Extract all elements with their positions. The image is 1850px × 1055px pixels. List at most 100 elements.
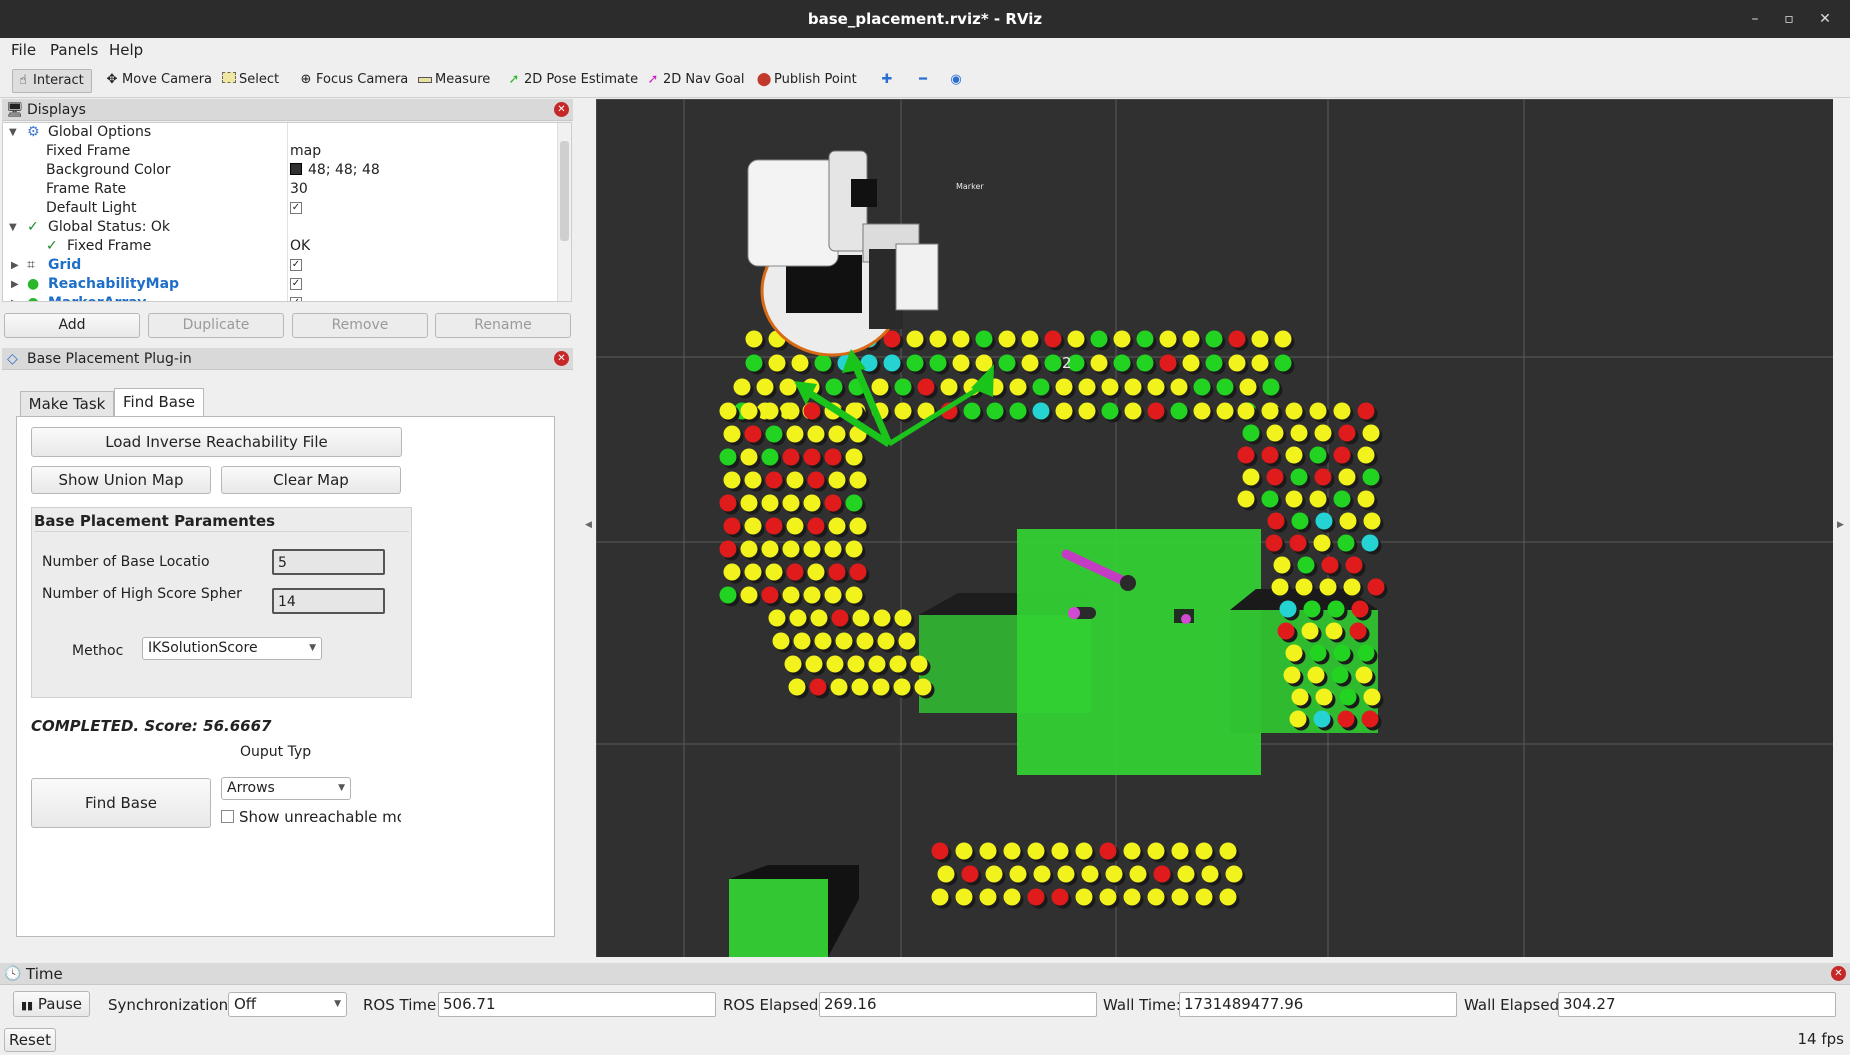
default-light-checkbox[interactable]: ✓: [290, 199, 302, 218]
tool-publish-point[interactable]: ⬤ Publish Point: [754, 69, 857, 93]
reachability-sphere: [1279, 600, 1297, 618]
clock-icon: 🕓: [4, 966, 22, 982]
splitter-right-arrow-icon[interactable]: ▶: [1837, 520, 1844, 530]
close-window-button[interactable]: ✕: [1808, 0, 1842, 38]
tool-2d-pose-estimate[interactable]: ➚ 2D Pose Estimate: [504, 69, 639, 93]
chevron-down-icon[interactable]: ▼: [9, 218, 17, 237]
tree-row-default-light[interactable]: Default Light ✓: [3, 199, 555, 218]
tree-row-global-options[interactable]: ▼ ⚙ Global Options: [3, 123, 555, 142]
wall-time-field[interactable]: 1731489477.96: [1179, 992, 1457, 1017]
remove-tool-button[interactable]: ━: [913, 69, 937, 93]
wall-elapsed-label: Wall Elapsed:: [1464, 996, 1565, 1014]
reachability-sphere: [937, 865, 955, 883]
reachability-sphere: [786, 471, 804, 489]
reachability-sphere: [824, 448, 842, 466]
ros-elapsed-field[interactable]: 269.16: [819, 992, 1097, 1017]
reachability-sphere: [856, 632, 874, 650]
add-display-button[interactable]: Add: [4, 313, 140, 338]
tool-measure[interactable]: Measure: [415, 69, 490, 93]
load-reachability-button[interactable]: Load Inverse Reachability File: [31, 427, 402, 457]
tool-select[interactable]: Select: [219, 69, 279, 93]
reachability-sphere: [1309, 402, 1327, 420]
tree-row-grid[interactable]: ▶ ⌗ Grid ✓: [3, 256, 555, 275]
add-tool-button[interactable]: ✚: [877, 69, 897, 93]
reachability-sphere: [1182, 354, 1200, 372]
splitter-left-arrow-icon[interactable]: ◀: [585, 520, 592, 530]
tree-row-global-status[interactable]: ▼ ✓ Global Status: Ok: [3, 218, 555, 237]
reachability-checkbox[interactable]: ✓: [290, 275, 302, 294]
find-base-button[interactable]: Find Base: [31, 778, 211, 828]
menu-panels[interactable]: Panels: [50, 41, 98, 59]
show-union-map-button[interactable]: Show Union Map: [31, 466, 211, 494]
reachability-sphere: [828, 425, 846, 443]
duplicate-display-button[interactable]: Duplicate: [148, 313, 284, 338]
chevron-right-icon[interactable]: ▶: [11, 256, 19, 275]
reachability-sphere: [1201, 865, 1219, 883]
reachability-sphere: [1285, 490, 1303, 508]
tool-move-camera[interactable]: ✥ Move Camera: [102, 69, 212, 93]
displays-panel-header: 🖥 Displays ✕: [2, 99, 573, 121]
tree-row-marker-array[interactable]: ▶ ● MarkerArray ✓: [3, 294, 555, 301]
view-menu-button[interactable]: ◉: [946, 69, 970, 93]
maximize-button[interactable]: ▫: [1772, 0, 1806, 38]
displays-tree[interactable]: ▼ ⚙ Global Options Fixed Frame map Backg…: [2, 122, 572, 302]
reachability-sphere: [1129, 865, 1147, 883]
menu-file[interactable]: File: [11, 41, 36, 59]
reachability-sphere: [782, 540, 800, 558]
reachability-sphere: [831, 609, 849, 627]
tree-row-reachability-map[interactable]: ▶ ● ReachabilityMap ✓: [3, 275, 555, 294]
chevron-down-icon[interactable]: ▼: [9, 123, 17, 142]
remove-display-button[interactable]: Remove: [292, 313, 428, 338]
method-select[interactable]: IKSolutionScore ▼: [142, 637, 322, 660]
wall-elapsed-field[interactable]: 304.27: [1558, 992, 1836, 1017]
reachability-sphere: [1101, 378, 1119, 396]
reachability-sphere: [761, 448, 779, 466]
tree-row-value[interactable]: 30: [290, 180, 308, 199]
show-unreachable-checkbox[interactable]: [221, 810, 234, 823]
reachability-sphere: [791, 354, 809, 372]
reachability-sphere: [1009, 865, 1027, 883]
tree-scrollbar-thumb[interactable]: [560, 141, 569, 241]
plugin-close-button[interactable]: ✕: [554, 351, 569, 366]
marker-array-checkbox[interactable]: ✓: [290, 294, 302, 301]
plugin-panel-header: ◇ Base Placement Plug-in ✕: [2, 348, 573, 370]
sync-select[interactable]: Off ▼: [228, 992, 347, 1017]
tab-make-task[interactable]: Make Task: [20, 391, 114, 416]
reachability-sphere: [765, 563, 783, 581]
rename-display-button[interactable]: Rename: [435, 313, 571, 338]
tree-row-background-color[interactable]: Background Color 48; 48; 48: [3, 161, 555, 180]
render-viewport[interactable]: Marker 2: [596, 99, 1833, 957]
time-close-button[interactable]: ✕: [1831, 966, 1846, 981]
tree-row-value[interactable]: map: [290, 142, 321, 161]
tree-row-frame-rate[interactable]: Frame Rate 30: [3, 180, 555, 199]
tool-focus-camera[interactable]: ⊕ Focus Camera: [296, 69, 409, 93]
pause-button[interactable]: ▮▮ Pause: [13, 991, 90, 1017]
reset-button[interactable]: Reset: [4, 1028, 56, 1052]
menu-help[interactable]: Help: [109, 41, 143, 59]
tree-row-value[interactable]: 48; 48; 48: [308, 161, 380, 180]
output-type-value: Arrows: [227, 780, 275, 796]
chevron-right-icon[interactable]: ▶: [11, 294, 19, 301]
grid-checkbox[interactable]: ✓: [290, 256, 302, 275]
ros-time-field[interactable]: 506.71: [438, 992, 716, 1017]
tool-2d-nav-goal[interactable]: ➚ 2D Nav Goal: [643, 69, 745, 93]
reachability-sphere: [1349, 622, 1367, 640]
num-base-input[interactable]: 5: [272, 549, 385, 575]
reachability-sphere: [810, 609, 828, 627]
reachability-sphere: [803, 586, 821, 604]
reachability-sphere: [906, 330, 924, 348]
tree-scrollbar[interactable]: [557, 123, 571, 301]
tree-row-fixed-frame[interactable]: Fixed Frame map: [3, 142, 555, 161]
reachability-sphere: [1225, 865, 1243, 883]
tab-find-base[interactable]: Find Base: [114, 388, 204, 417]
num-high-score-input[interactable]: 14: [272, 588, 385, 614]
output-type-select[interactable]: Arrows ▼: [221, 777, 351, 800]
chevron-right-icon[interactable]: ▶: [11, 275, 19, 294]
displays-close-button[interactable]: ✕: [554, 102, 569, 117]
tree-row-fixed-frame-status[interactable]: ✓ Fixed Frame OK: [3, 237, 555, 256]
clear-map-button[interactable]: Clear Map: [221, 466, 401, 494]
tool-interact[interactable]: ☝ Interact: [12, 69, 92, 93]
reachability-sphere: [768, 609, 786, 627]
reachability-sphere: [765, 517, 783, 535]
minimize-button[interactable]: –: [1738, 0, 1772, 38]
